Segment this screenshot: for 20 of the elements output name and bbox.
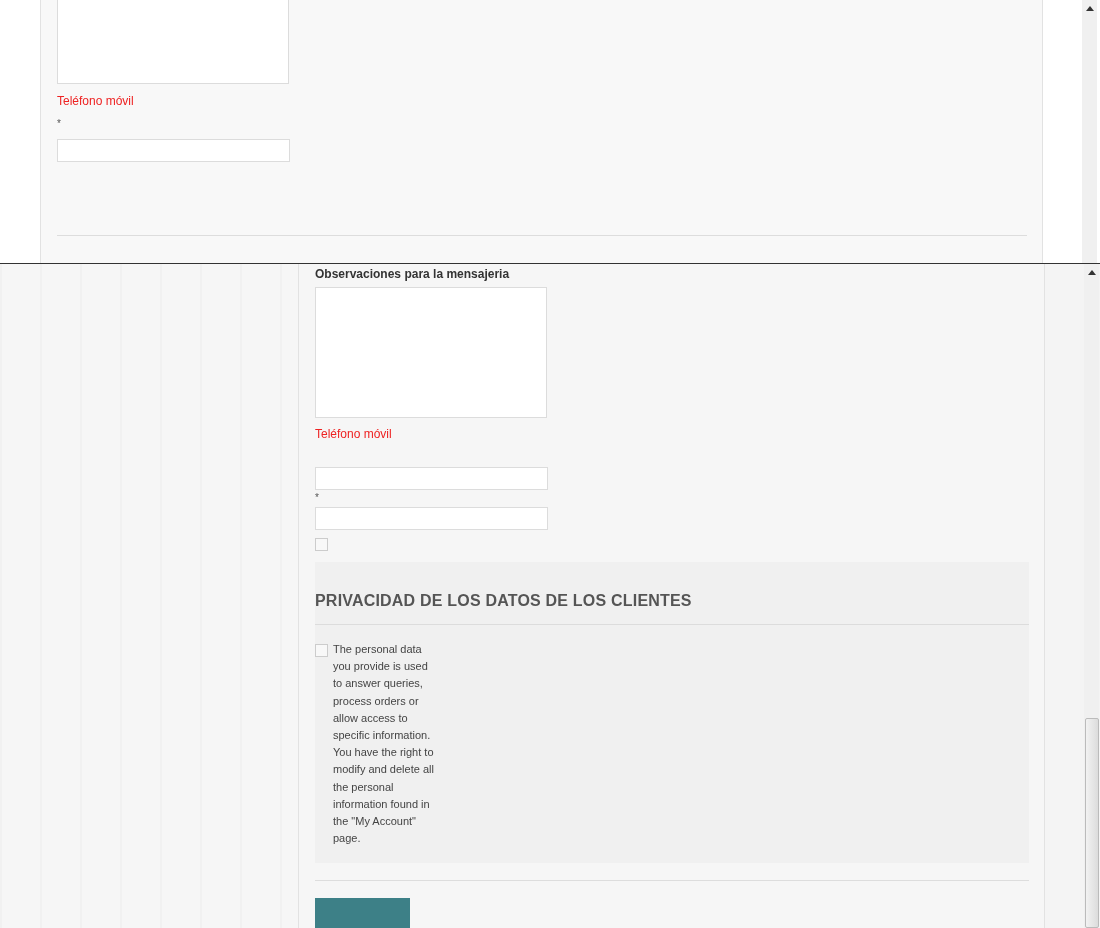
field-label: Teléfono móvil [315,427,392,442]
scrollbar[interactable] [1084,264,1099,928]
field-label: Observaciones para la mensajeria [315,267,510,281]
input-field[interactable] [57,139,290,162]
scroll-up-arrow-icon[interactable] [1087,270,1096,275]
textarea-field[interactable] [315,287,547,419]
textarea-field[interactable] [57,0,289,84]
checkbox[interactable] [315,537,328,551]
section-title: PRIVACIDAD DE LOS DATOS DE LOS CLIENTES [315,591,693,610]
input-field[interactable] [315,467,548,491]
input-field[interactable] [315,507,548,530]
checkbox[interactable] [315,643,328,657]
submit-button[interactable] [315,898,410,928]
scrollbar[interactable] [1082,0,1097,263]
scroll-thumb[interactable] [1084,718,1099,928]
required-mark: * [315,492,319,504]
field-label: Teléfono móvil [57,94,134,108]
consent-text: The personal data you provide is used to answer queries, process orders or allow access to specific information. You have the right to modify and delete all the personal information found in the "My Account" page. [333,641,435,847]
scroll-up-arrow-icon[interactable] [1085,6,1094,11]
required-mark: * [57,118,61,129]
